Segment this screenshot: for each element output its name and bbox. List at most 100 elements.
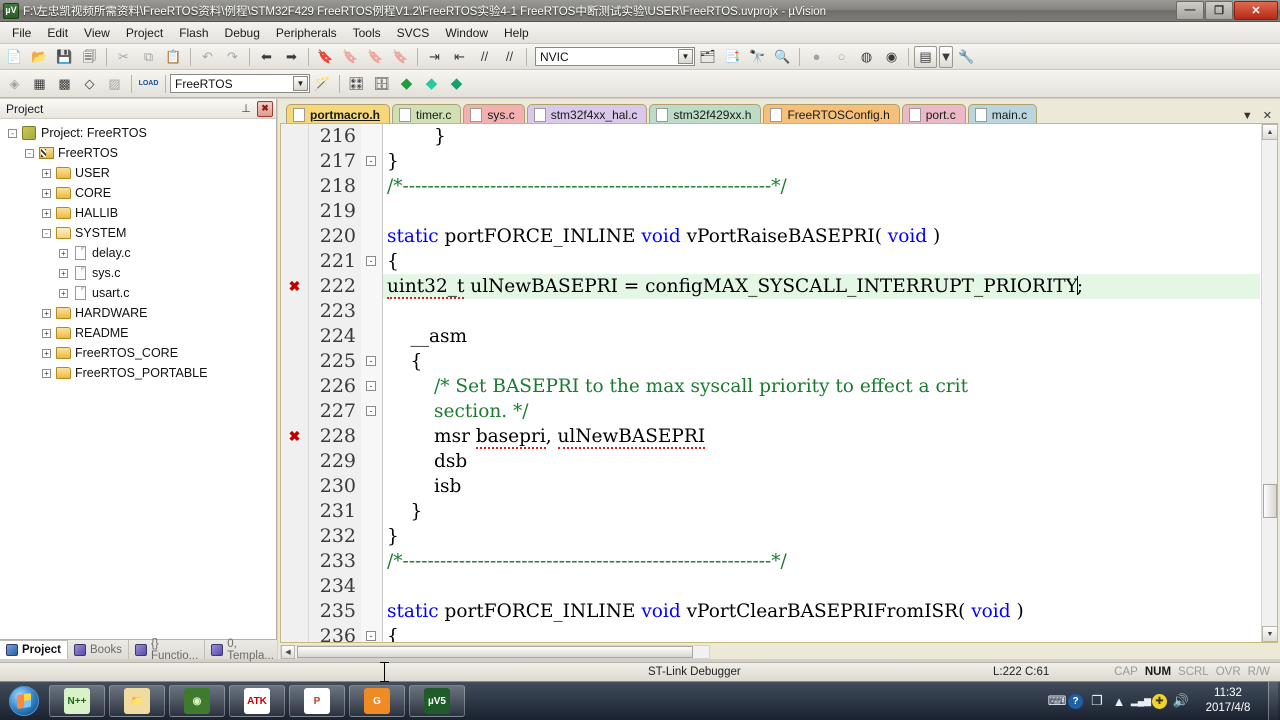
- download-to-flash-button[interactable]: LOAD: [137, 73, 160, 95]
- breakpoint-marker[interactable]: [281, 474, 308, 499]
- tb2-target-options-magic-wand-button[interactable]: 🪄: [311, 73, 334, 95]
- expand-icon[interactable]: +: [42, 368, 51, 378]
- menu-item-flash[interactable]: Flash: [171, 24, 216, 42]
- tb2-manage-project-items-button[interactable]: 🗄: [370, 73, 393, 95]
- close-button[interactable]: ✕: [1234, 0, 1278, 20]
- tree-item-hardware[interactable]: + HARDWARE: [0, 303, 276, 323]
- code-text[interactable]: }} /*------------------------------------…: [383, 124, 1260, 642]
- code-line[interactable]: [383, 199, 1260, 224]
- code-line[interactable]: isb: [383, 474, 1260, 499]
- batch-build-button[interactable]: ◇: [78, 73, 101, 95]
- help-icon[interactable]: ?: [1068, 693, 1083, 709]
- breakpoint-marker[interactable]: [281, 249, 308, 274]
- breakpoint-marker[interactable]: [281, 174, 308, 199]
- breakpoint-marker[interactable]: [281, 124, 308, 149]
- find-in-files-button[interactable]: 🔭: [746, 46, 769, 68]
- code-line[interactable]: }: [383, 499, 1260, 524]
- horizontal-scrollbar[interactable]: ◀: [280, 645, 710, 659]
- fold-toggle-icon[interactable]: -: [366, 156, 376, 166]
- collapse-icon[interactable]: -: [8, 128, 17, 138]
- fold-cell[interactable]: [361, 274, 382, 299]
- tree-item-hallib[interactable]: + HALLIB: [0, 203, 276, 223]
- tree-item-core[interactable]: + CORE: [0, 183, 276, 203]
- code-line[interactable]: uint32_t ulNewBASEPRI = configMAX_SYSCAL…: [383, 274, 1260, 299]
- breakpoint-marker[interactable]: [281, 224, 308, 249]
- navigate-forward-button[interactable]: ➡: [280, 46, 303, 68]
- code-line[interactable]: {: [383, 349, 1260, 374]
- code-line[interactable]: /*--------------------------------------…: [383, 174, 1260, 199]
- breakpoint-marker[interactable]: [281, 574, 308, 599]
- disable-all-breakpoints-button[interactable]: ◍: [855, 46, 878, 68]
- menu-item-tools[interactable]: Tools: [345, 24, 389, 42]
- code-line[interactable]: {: [383, 624, 1260, 642]
- code-line[interactable]: /*--------------------------------------…: [383, 549, 1260, 574]
- scroll-down-button[interactable]: ▼: [1262, 626, 1278, 642]
- symbol-combo[interactable]: NVIC ▼: [535, 47, 695, 66]
- code-view[interactable]: ✖ ✖ 216 217 218 219 220 221 222 223 224 225 226 227 2…: [280, 123, 1278, 647]
- project-tab-project[interactable]: Project: [0, 640, 68, 659]
- taskbar-app-file-explorer[interactable]: 📁: [109, 685, 165, 717]
- breakpoint-marker[interactable]: [281, 499, 308, 524]
- tree-item-freertos-core[interactable]: + FreeRTOS_CORE: [0, 343, 276, 363]
- code-line[interactable]: {: [383, 249, 1260, 274]
- tree-item-delay-c[interactable]: + delay.c: [0, 243, 276, 263]
- new-file-button[interactable]: 📄: [3, 46, 26, 68]
- editor-tab-timer-c[interactable]: timer.c: [392, 104, 462, 125]
- configuration-wizard-button[interactable]: 🔧: [955, 46, 978, 68]
- breakpoint-marker[interactable]: [281, 324, 308, 349]
- keyboard-layout-icon[interactable]: ⌨: [1046, 693, 1068, 709]
- collapse-icon[interactable]: -: [25, 148, 34, 158]
- editor-tab-port-c[interactable]: port.c: [901, 104, 966, 125]
- open-file-button[interactable]: 📂: [28, 46, 51, 68]
- tree-item-freertos-portable[interactable]: + FreeRTOS_PORTABLE: [0, 363, 276, 383]
- fold-cell[interactable]: [361, 199, 382, 224]
- fold-toggle-icon[interactable]: -: [366, 381, 376, 391]
- taskbar-app-pdf-converter[interactable]: G: [349, 685, 405, 717]
- fold-cell[interactable]: [361, 299, 382, 324]
- fold-cell[interactable]: -: [361, 374, 382, 399]
- expand-icon[interactable]: +: [42, 348, 51, 358]
- fold-toggle-icon[interactable]: -: [366, 356, 376, 366]
- fold-cell[interactable]: -: [361, 349, 382, 374]
- taskbar-app-powerpoint[interactable]: P: [289, 685, 345, 717]
- fold-cell[interactable]: [361, 174, 382, 199]
- volume-icon[interactable]: 🔊: [1170, 693, 1192, 709]
- menu-item-project[interactable]: Project: [118, 24, 171, 42]
- outdent-button[interactable]: ⇤: [448, 46, 471, 68]
- fold-cell[interactable]: [361, 224, 382, 249]
- navigate-back-button[interactable]: ⬅: [255, 46, 278, 68]
- expand-icon[interactable]: +: [42, 208, 51, 218]
- menu-item-view[interactable]: View: [76, 24, 118, 42]
- kill-all-breakpoints-button[interactable]: ◉: [880, 46, 903, 68]
- save-button[interactable]: 💾: [53, 46, 76, 68]
- breakpoint-marker[interactable]: [281, 524, 308, 549]
- menu-item-peripherals[interactable]: Peripherals: [268, 24, 345, 42]
- action-center-icon[interactable]: ✚: [1152, 693, 1167, 709]
- uncomment-lines-button[interactable]: //: [498, 46, 521, 68]
- tb2-multi-project-teal-button[interactable]: ◆: [420, 73, 443, 95]
- project-tab-0-templa-[interactable]: 0, Templa...: [205, 638, 281, 662]
- editor-tab-portmacro-h[interactable]: portmacro.h: [286, 104, 391, 125]
- project-tab--functio-[interactable]: {} Functio...: [129, 638, 206, 662]
- minimize-button[interactable]: —: [1176, 0, 1204, 20]
- menu-item-svcs[interactable]: SVCS: [389, 24, 438, 42]
- manage-windows-button[interactable]: ▤: [914, 45, 937, 68]
- start-button[interactable]: [3, 684, 45, 718]
- chevron-down-icon[interactable]: ▼: [293, 76, 308, 91]
- close-icon[interactable]: ✖: [257, 100, 273, 117]
- project-tree[interactable]: - Project: FreeRTOS - FreeRTOS + USER + CORE + HA…: [0, 119, 276, 639]
- code-line[interactable]: section. */: [383, 399, 1260, 424]
- scroll-left-button[interactable]: ◀: [281, 645, 295, 659]
- tb2-options-for-target-button[interactable]: 🎛: [345, 73, 368, 95]
- editor-tab-freertosconfig-h[interactable]: FreeRTOSConfig.h: [763, 104, 900, 125]
- expand-icon[interactable]: +: [42, 168, 51, 178]
- target-combo[interactable]: FreeRTOS ▼: [170, 74, 310, 93]
- breakpoint-marker[interactable]: [281, 449, 308, 474]
- breakpoint-marker[interactable]: ✖: [281, 274, 308, 299]
- vertical-scrollbar[interactable]: ▲ ▼: [1261, 124, 1278, 642]
- clock[interactable]: 11:32 2017/4/8: [1192, 686, 1264, 716]
- collapse-icon[interactable]: -: [42, 228, 51, 238]
- code-line[interactable]: [383, 299, 1260, 324]
- expand-icon[interactable]: +: [59, 268, 68, 278]
- breakpoint-marker[interactable]: [281, 549, 308, 574]
